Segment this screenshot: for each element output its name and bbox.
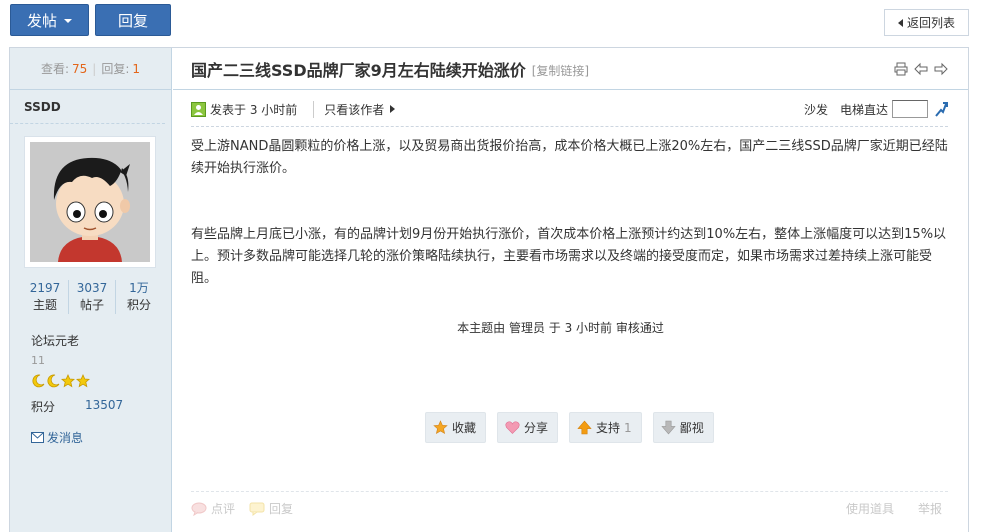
- reply-button[interactable]: 回复: [95, 4, 171, 36]
- post-footer: 点评 回复 使用道具 举报: [191, 500, 942, 517]
- report-link[interactable]: 举报: [918, 500, 942, 517]
- user-score: 积分 13507: [31, 398, 123, 415]
- back-to-list-button[interactable]: 返回列表: [884, 9, 969, 36]
- chevron-right-icon: [390, 105, 396, 113]
- favorite-button[interactable]: 收藏: [425, 412, 487, 443]
- views-count: 75: [72, 61, 88, 76]
- stat-value: 2197: [29, 281, 61, 295]
- posted-time: 发表于 3 小时前: [210, 102, 298, 117]
- title-tools: [894, 62, 948, 76]
- avatar-image: [30, 142, 150, 262]
- star-icon: [433, 420, 448, 435]
- back-to-list-label: 返回列表: [906, 16, 955, 30]
- next-thread-icon[interactable]: [934, 62, 948, 76]
- send-message-link[interactable]: 发消息: [31, 429, 83, 446]
- stat-posts[interactable]: 3037 帖子: [69, 280, 116, 314]
- thumb-up-arrow-icon: [577, 420, 592, 435]
- user-level: 11: [31, 354, 45, 367]
- stat-label: 积分: [126, 298, 151, 312]
- comment-icon: [191, 502, 207, 516]
- floor-jump-input[interactable]: [892, 100, 928, 118]
- thread-title: 国产二三线SSD品牌厂家9月左右陆续开始涨价: [191, 60, 526, 80]
- print-icon[interactable]: [894, 62, 908, 76]
- post-content: 受上游NAND晶圆颗粒的价格上涨，以及贸易商出货报价抬高，成本价格大概已上涨20…: [191, 136, 948, 334]
- chevron-down-icon: [64, 19, 72, 23]
- despise-button[interactable]: 鄙视: [652, 412, 714, 443]
- author-sidebar: 查看: 75 | 回复: 1 SSDD 2197 主题 3037 帖子 1万 积…: [10, 48, 172, 532]
- post-main: 国产二三线SSD品牌厂家9月左右陆续开始涨价 [复制链接] 发表于 3 小时前 …: [173, 48, 968, 532]
- reply-icon: [249, 502, 265, 516]
- replies-label: 回复:: [101, 62, 130, 76]
- post-paragraph: 受上游NAND晶圆颗粒的价格上涨，以及贸易商出货报价抬高，成本价格大概已上涨20…: [191, 139, 948, 176]
- views-label: 查看:: [40, 62, 70, 76]
- author-name[interactable]: SSDD: [10, 90, 165, 124]
- thread-stats: 查看: 75 | 回复: 1: [10, 48, 171, 90]
- stat-value: 1万: [129, 281, 149, 295]
- share-button[interactable]: 分享: [497, 412, 559, 443]
- only-author-link[interactable]: 只看该作者: [313, 100, 396, 118]
- only-author-label: 只看该作者: [324, 102, 385, 117]
- rank-stars: [31, 374, 90, 388]
- star-icon: [76, 374, 90, 388]
- use-tool-link[interactable]: 使用道具: [846, 500, 894, 517]
- user-rank[interactable]: 论坛元老: [31, 332, 79, 349]
- rate-link[interactable]: 点评: [191, 500, 235, 517]
- copy-link-button[interactable]: [复制链接]: [532, 62, 589, 79]
- replies-count: 1: [132, 61, 141, 76]
- score-label: 积分: [31, 400, 56, 414]
- chevron-left-icon: [897, 18, 903, 27]
- online-user-icon: [191, 101, 206, 117]
- score-value: 13507: [85, 398, 124, 412]
- stat-threads[interactable]: 2197 主题: [22, 280, 69, 314]
- post-new-label: 发帖: [26, 11, 57, 30]
- favorite-label: 收藏: [452, 421, 477, 435]
- support-label: 支持: [596, 421, 621, 435]
- go-floor-icon[interactable]: [934, 101, 948, 117]
- stat-credits[interactable]: 1万 积分: [116, 280, 162, 314]
- stat-value: 3037: [76, 281, 108, 295]
- heart-icon: [505, 421, 520, 434]
- post-new-button[interactable]: 发帖: [10, 4, 89, 36]
- reply-link[interactable]: 回复: [249, 500, 293, 517]
- post-actions: 收藏 分享 支持 1 鄙视: [425, 412, 714, 443]
- post-meta: 发表于 3 小时前 只看该作者 沙发 电梯直达: [191, 100, 948, 118]
- send-message-label: 发消息: [47, 431, 84, 445]
- avatar[interactable]: [24, 136, 156, 268]
- stat-label: 帖子: [79, 298, 104, 312]
- rate-label: 点评: [211, 502, 236, 516]
- post-container: 查看: 75 | 回复: 1 SSDD 2197 主题 3037 帖子 1万 积…: [9, 47, 969, 532]
- title-row: 国产二三线SSD品牌厂家9月左右陆续开始涨价 [复制链接]: [173, 48, 968, 90]
- despise-label: 鄙视: [679, 421, 704, 435]
- elevator-label: 电梯直达: [839, 102, 888, 117]
- reply-label: 回复: [117, 11, 148, 30]
- share-label: 分享: [524, 421, 549, 435]
- star-icon: [61, 374, 75, 388]
- envelope-icon: [31, 432, 44, 443]
- moderation-note: 本主题由 管理员 于 3 小时前 审核通过: [457, 321, 664, 335]
- meta-divider: [191, 126, 948, 127]
- stats-divider: |: [92, 61, 97, 76]
- stat-label: 主题: [32, 298, 57, 312]
- moon-icon: [32, 374, 45, 388]
- previous-thread-icon[interactable]: [914, 62, 928, 76]
- moon-icon: [47, 374, 60, 388]
- footer-divider: [191, 491, 948, 492]
- post-paragraph: 有些品牌上月底已小涨，有的品牌计划9月份开始执行涨价，首次成本价格上涨预计约达到…: [191, 227, 947, 286]
- support-count: 1: [624, 420, 632, 435]
- reply-footer-label: 回复: [269, 502, 294, 516]
- thumb-down-arrow-icon: [661, 420, 676, 435]
- user-stats: 2197 主题 3037 帖子 1万 积分: [22, 280, 162, 314]
- floor-label: 沙发: [803, 102, 828, 117]
- support-button[interactable]: 支持 1: [569, 412, 642, 443]
